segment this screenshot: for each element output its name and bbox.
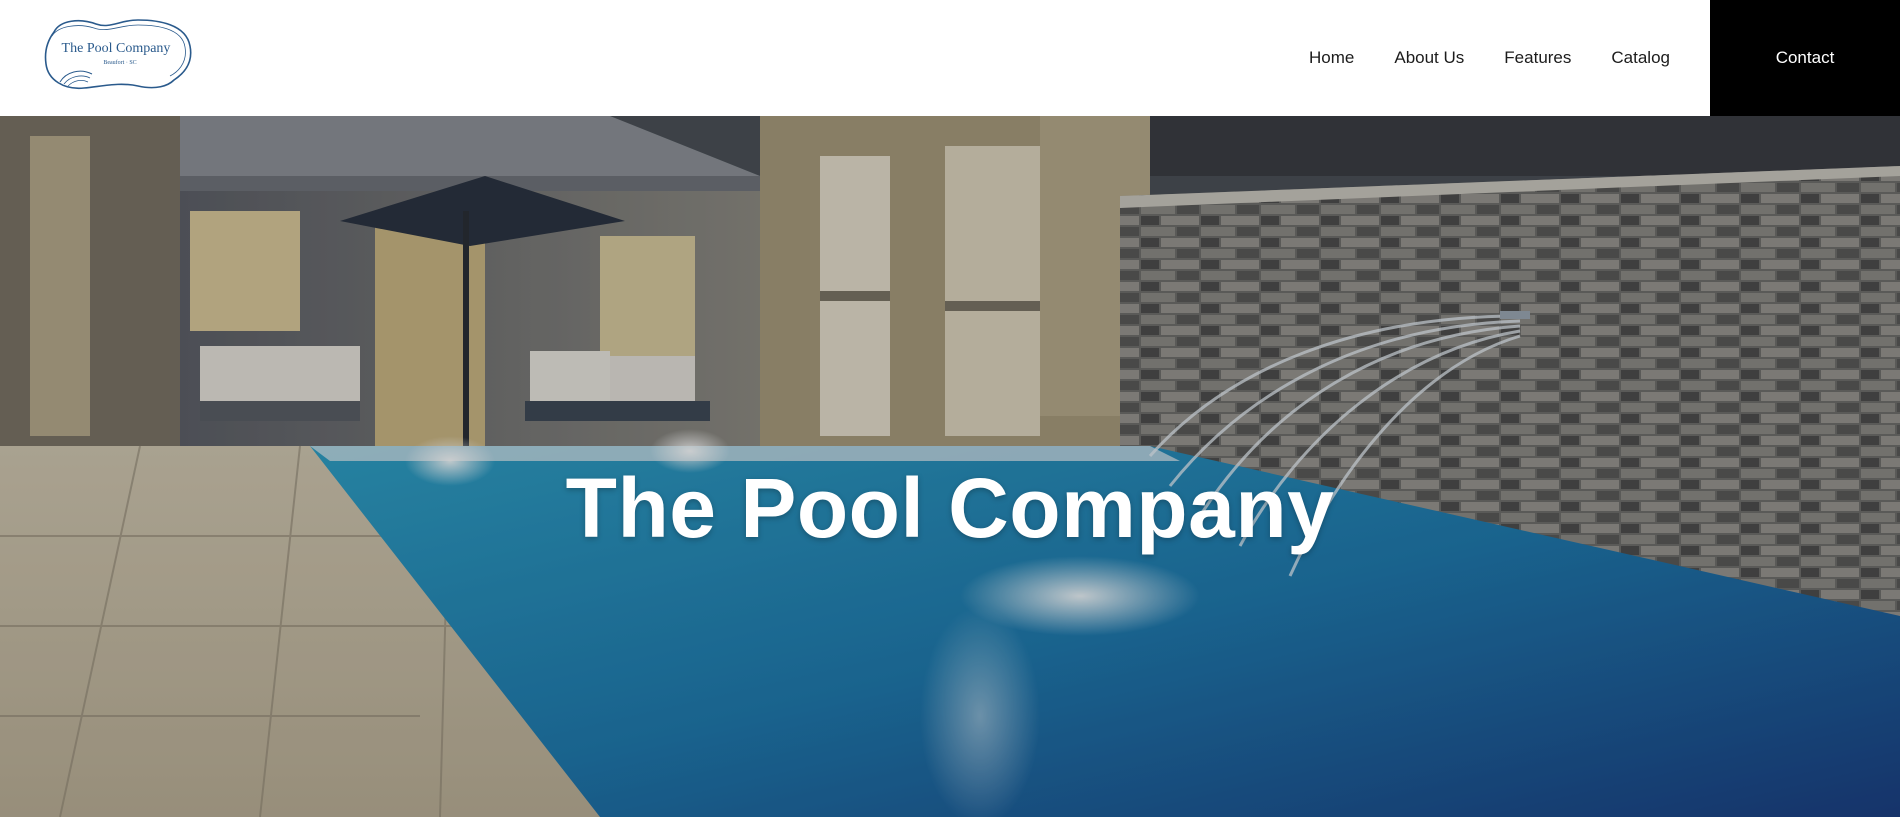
nav-features-link[interactable]: Features [1504,48,1571,68]
hero-banner: The Pool Company [0,116,1900,817]
nav-home-link[interactable]: Home [1309,48,1354,68]
nav-catalog-link[interactable]: Catalog [1611,48,1670,68]
hero-title: The Pool Company [565,461,1335,555]
company-logo[interactable]: The Pool Company Beaufort · SC [40,14,192,92]
logo-tagline: Beaufort · SC [103,59,136,66]
nav-about-us-link[interactable]: About Us [1394,48,1464,68]
contact-button[interactable]: Contact [1710,0,1900,116]
main-nav: Home About Us Features Catalog [1309,0,1670,116]
logo-name: The Pool Company [62,41,171,56]
site-header: The Pool Company Beaufort · SC Home Abou… [0,0,1900,116]
